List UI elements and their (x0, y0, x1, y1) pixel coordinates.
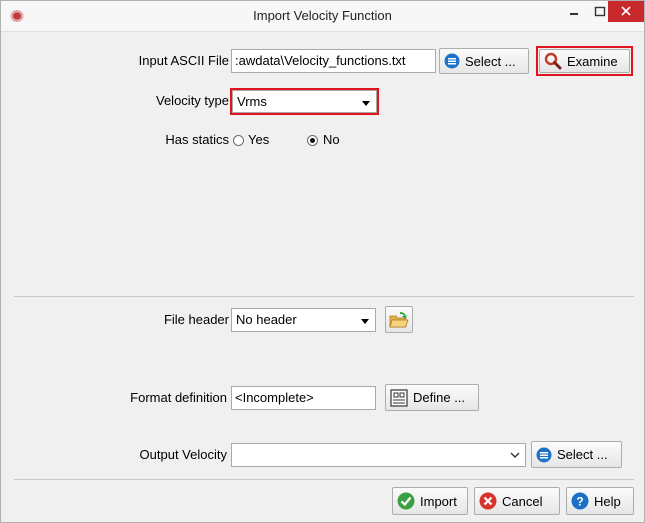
help-icon: ? (571, 492, 589, 510)
import-velocity-dialog: Import Velocity Function Input ASCII Fil… (0, 0, 645, 523)
file-header-label: File header (163, 312, 229, 327)
select-button-label: Select ... (557, 447, 608, 462)
file-header-value: No header (236, 312, 297, 327)
statics-yes-radio[interactable] (233, 135, 244, 146)
define-button[interactable]: Define ... (385, 384, 479, 411)
has-statics-label: Has statics (165, 132, 229, 147)
window-title: Import Velocity Function (253, 8, 392, 23)
list-icon (444, 53, 460, 69)
select-button-label: Select ... (465, 53, 516, 69)
list-icon (536, 447, 552, 462)
input-file-select-button[interactable]: Select ... (439, 48, 529, 74)
open-header-button[interactable] (385, 306, 413, 333)
folder-open-icon (389, 311, 409, 327)
svg-text:?: ? (576, 495, 583, 509)
cancel-button[interactable]: Cancel (474, 487, 560, 515)
cancel-button-label: Cancel (502, 493, 543, 509)
title-bar: Import Velocity Function (1, 1, 644, 32)
examine-button-label: Examine (567, 53, 618, 69)
input-file-field[interactable]: :awdata\Velocity_functions.txt (231, 49, 436, 73)
output-velocity-dropdown[interactable] (231, 443, 526, 467)
format-definition-field[interactable]: <Incomplete> (231, 386, 376, 410)
define-button-label: Define ... (413, 390, 466, 405)
statics-no-radio[interactable] (307, 135, 318, 146)
format-definition-icon (390, 388, 408, 407)
velocity-type-label: Velocity type (156, 93, 229, 108)
statics-no-label: No (323, 132, 340, 147)
format-definition-label: Format definition (130, 390, 227, 405)
magnifier-icon (544, 52, 562, 70)
import-button-label: Import (420, 493, 457, 509)
separator (14, 296, 634, 297)
statics-yes-label: Yes (248, 132, 270, 147)
output-velocity-label: Output Velocity (139, 447, 227, 462)
minimize-button[interactable] (561, 3, 587, 23)
chevron-down-icon (510, 452, 520, 458)
import-button[interactable]: Import (392, 487, 468, 515)
file-header-dropdown[interactable]: No header (231, 308, 376, 332)
input-file-label: Input ASCII File (138, 53, 229, 68)
help-button[interactable]: ? Help (566, 487, 634, 515)
chevron-down-icon (362, 101, 370, 106)
velocity-type-dropdown[interactable]: Vrms (232, 90, 377, 113)
help-button-label: Help (594, 493, 621, 509)
chevron-down-icon (361, 319, 369, 324)
examine-button[interactable]: Examine (539, 49, 630, 73)
cancel-icon (479, 492, 497, 510)
output-velocity-select-button[interactable]: Select ... (531, 441, 622, 468)
close-button[interactable] (608, 1, 644, 22)
check-icon (397, 492, 415, 510)
velocity-type-value: Vrms (237, 94, 267, 109)
footer-separator (14, 479, 634, 480)
